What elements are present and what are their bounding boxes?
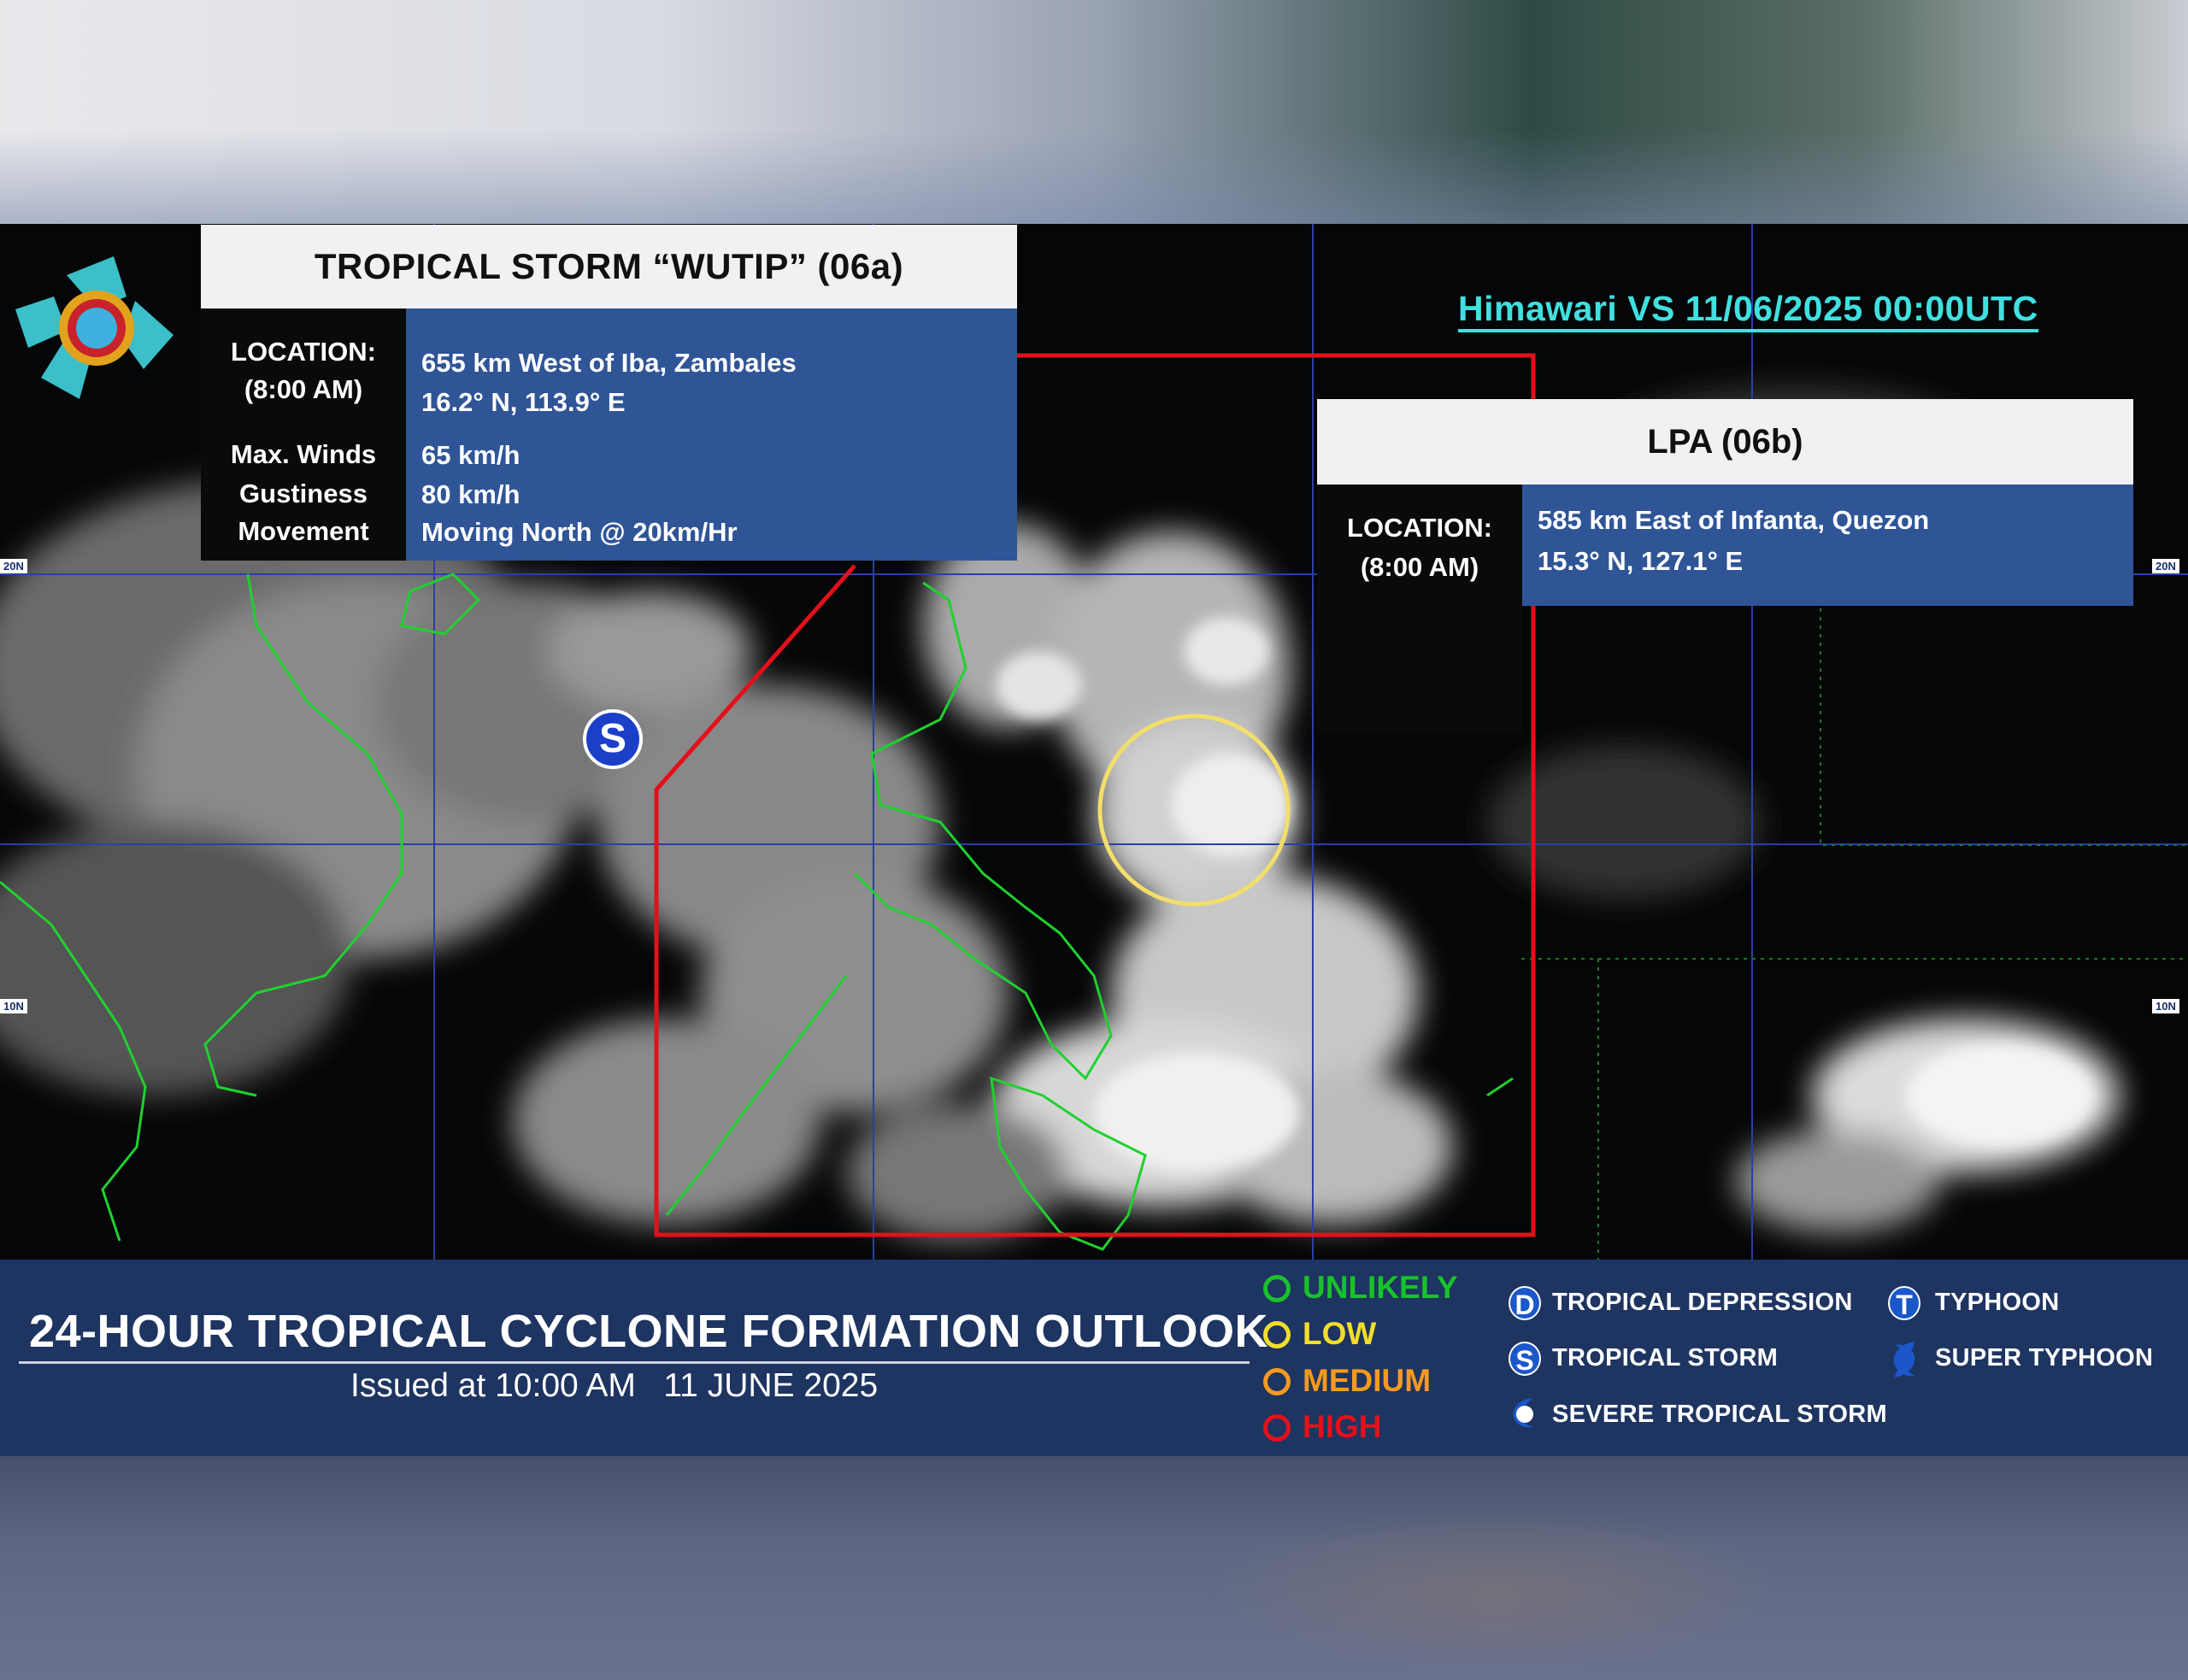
lpa-value-column: 585 km East of Infanta, Quezon 15.3° N, …: [1522, 485, 2133, 606]
unlikely-ring-icon: [1263, 1275, 1291, 1302]
lpa-label-column: LOCATION: (8:00 AM): [1317, 485, 1522, 734]
lpa-location-label: LOCATION:: [1347, 513, 1492, 543]
medium-ring-icon: [1263, 1368, 1291, 1395]
storm-movement-label: Movement: [238, 516, 369, 546]
storm-location-label: LOCATION:: [231, 337, 376, 367]
lat-label-10n-right: 10N: [2152, 999, 2179, 1013]
legend-severe-tropical-storm: SEVERE TROPICAL STORM: [1552, 1401, 1887, 1428]
storm-coords: 16.2° N, 113.9° E: [421, 387, 626, 417]
outlook-title: 24-HOUR TROPICAL CYCLONE FORMATION OUTLO…: [29, 1306, 1268, 1357]
storm-value-column: 655 km West of Iba, Zambales 16.2° N, 11…: [406, 308, 1017, 561]
lat-label-20n-right: 20N: [2152, 559, 2179, 573]
ts-icon: S: [1509, 1342, 1541, 1376]
legend-medium: MEDIUM: [1303, 1363, 1432, 1398]
td-icon: D: [1509, 1286, 1541, 1320]
storm-gustiness-label: Gustiness: [239, 479, 368, 508]
lat-label-20n-left: 20N: [0, 559, 27, 573]
storm-movement: Moving North @ 20km/Hr: [421, 517, 738, 547]
storm-time-label: (8:00 AM): [244, 374, 363, 404]
tropical-storm-marker-icon[interactable]: S: [583, 709, 643, 769]
imagery-timestamp: Himawari VS 11/06/2025 00:00UTC: [1458, 289, 2038, 332]
sts-icon: [1509, 1396, 1541, 1430]
legend-high: HIGH: [1303, 1409, 1382, 1444]
storm-gustiness: 80 km/h: [421, 479, 521, 509]
lpa-panel-title: LPA (06b): [1317, 399, 2133, 485]
low-ring-icon: [1263, 1321, 1291, 1348]
blurred-background-top: [0, 0, 2188, 224]
high-ring-icon: [1263, 1414, 1291, 1442]
lpa-coords: 15.3° N, 127.1° E: [1538, 546, 1744, 576]
super-typhoon-icon: [1888, 1340, 1920, 1379]
legend-super-typhoon: SUPER TYPHOON: [1935, 1344, 2154, 1372]
lpa-time-label: (8:00 AM): [1360, 552, 1479, 582]
lpa-location: 585 km East of Infanta, Quezon: [1538, 505, 1930, 535]
legend-tropical-storm: TROPICAL STORM: [1552, 1344, 1779, 1372]
storm-label-column: LOCATION: (8:00 AM) Max. Winds Gustiness…: [201, 308, 406, 561]
pagasa-logo: [15, 250, 178, 403]
typhoon-icon: T: [1888, 1286, 1920, 1320]
lat-label-10n-left: 10N: [0, 999, 27, 1013]
legend-tropical-depression: TROPICAL DEPRESSION: [1552, 1289, 1853, 1316]
storm-panel-title: TROPICAL STORM “WUTIP” (06a): [201, 225, 1017, 308]
legend-typhoon: TYPHOON: [1935, 1289, 2060, 1316]
legend-unlikely: UNLIKELY: [1303, 1270, 1458, 1305]
blurred-background-bottom: [0, 1456, 2188, 1680]
issued-time: Issued at 10:00 AM 11 JUNE 2025: [350, 1367, 879, 1404]
storm-location: 655 km West of Iba, Zambales: [421, 348, 797, 378]
outlook-title-underline: [19, 1361, 1250, 1364]
storm-max-winds: 65 km/h: [421, 440, 521, 470]
storm-max-winds-label: Max. Winds: [230, 439, 377, 469]
legend-low: LOW: [1303, 1316, 1377, 1351]
